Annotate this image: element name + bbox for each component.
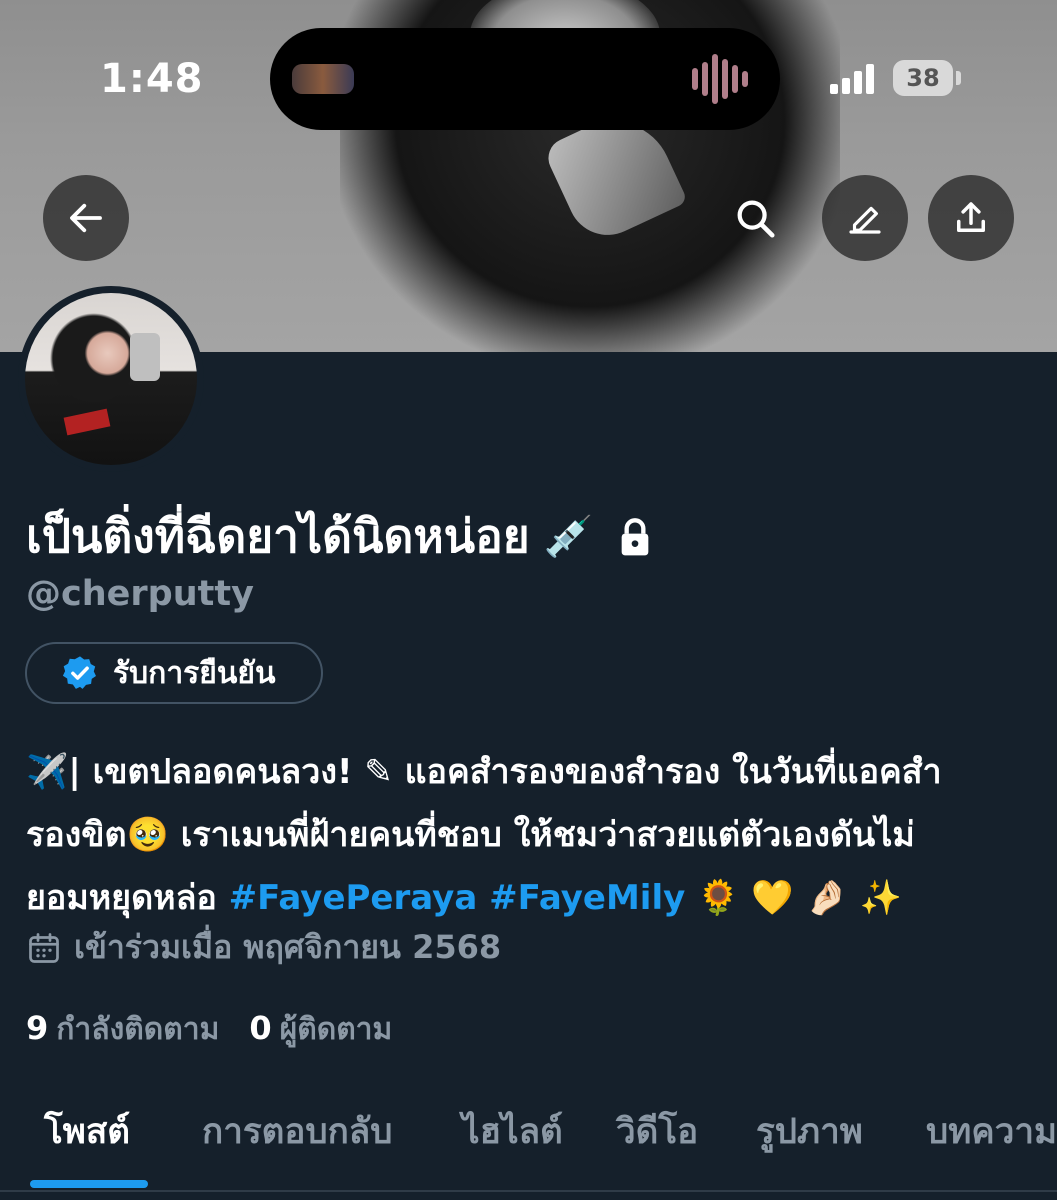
display-name: เป็นติ่งที่ฉีดยาได้นิดหน่อย [26,509,530,563]
tab-replies[interactable]: การตอบกลับ [202,1104,392,1159]
join-date-text: เข้าร่วมเมื่อ พฤศจิกายน 2568 [74,928,502,966]
tab-posts[interactable]: โพสต์ [44,1104,130,1159]
edit-icon [849,206,881,234]
tab-highlights[interactable]: ไฮไลต์ [462,1104,563,1159]
followers-label[interactable]: ผู้ติดตาม [280,1006,393,1053]
follow-stats: 9 กำลังติดตาม 0 ผู้ติดตาม [26,1006,422,1053]
audio-wave-icon [692,54,752,104]
avatar-phone [130,333,160,381]
calendar-icon [29,932,59,963]
profile-tabs: โพสต์ การตอบกลับ ไฮไลต์ วิดีโอ รูปภาพ บท… [0,1080,1057,1180]
hashtag-link[interactable]: #FayePeraya [229,878,478,918]
lock-icon [621,517,648,555]
active-tab-indicator [30,1180,148,1188]
followers-count[interactable]: 0 [249,1009,271,1047]
search-icon [737,200,775,238]
tabs-divider [0,1190,1057,1192]
join-date: เข้าร่วมเมื่อ พฤศจิกายน 2568 [26,922,501,973]
share-button[interactable] [928,175,1014,261]
avatar[interactable] [18,286,204,472]
bio-text: ยอมหยุดหล่อ [26,878,229,918]
back-button[interactable] [43,175,129,261]
cellular-signal-icon [830,62,880,94]
get-verified-label: รับการยืนยัน [113,655,276,691]
following-label[interactable]: กำลังติดตาม [56,1006,219,1053]
username-handle: @cherputty [26,574,254,614]
back-arrow-icon [70,203,102,233]
display-name-row: เป็นติ่งที่ฉีดยาได้นิดหน่อย 💉 [26,500,652,573]
get-verified-button[interactable]: รับการยืนยัน [25,642,323,704]
search-button[interactable] [712,175,798,261]
battery-tip [956,71,961,85]
verified-badge-icon [62,656,96,689]
bio-line: ✈️| เขตปลอดคนลวง! ✎ แอคสำรองของสำรอง ในว… [26,752,942,792]
avatar-shirt-print [63,408,111,436]
share-icon [957,202,985,232]
hashtag-link[interactable]: #FayeMily [489,878,685,918]
syringe-emoji: 💉 [543,514,594,560]
profile-bio: ✈️| เขตปลอดคนลวง! ✎ แอคสำรองของสำรอง ในว… [26,741,1036,930]
tab-photos[interactable]: รูปภาพ [756,1104,863,1159]
tab-videos[interactable]: วิดีโอ [616,1104,698,1159]
edit-button[interactable] [822,175,908,261]
dynamic-island[interactable] [270,28,780,130]
now-playing-thumbnail [292,64,354,94]
bio-line: รองขิต🥹 เราเมนพี่ฝ้ายคนที่ชอบ ให้ชมว่าสว… [26,815,915,855]
status-time: 1:48 [100,56,204,102]
bio-line: ยอมหยุดหล่อ #FayePeraya #FayeMily 🌻 💛 🤌🏻… [26,867,1036,930]
bio-emojis: 🌻 💛 🤌🏻 ✨ [685,878,902,918]
battery-indicator: 38 [893,60,953,96]
tab-articles[interactable]: บทความ [926,1104,1057,1159]
following-count[interactable]: 9 [26,1009,48,1047]
avatar-photo [25,293,197,465]
